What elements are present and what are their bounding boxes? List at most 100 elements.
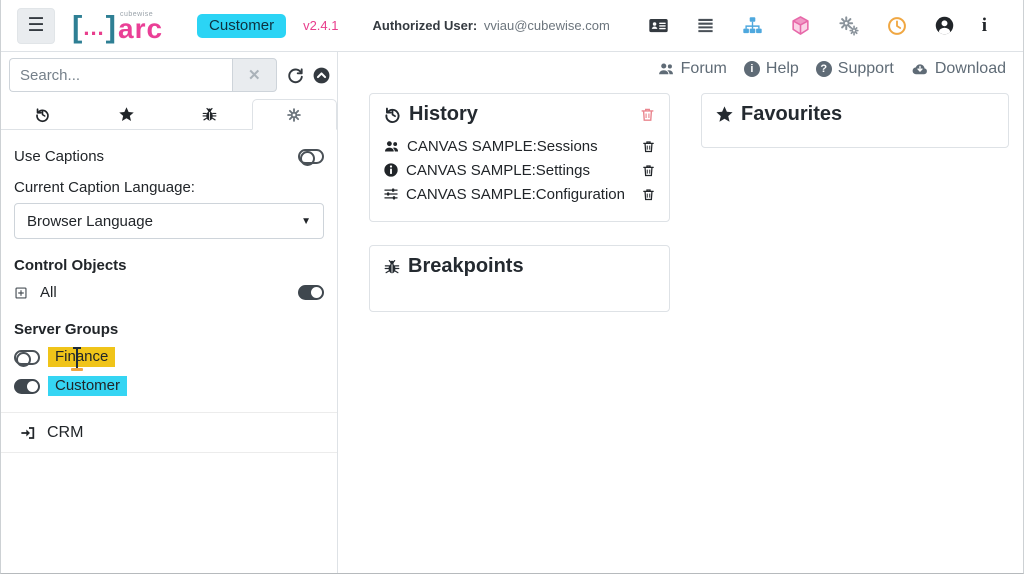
sign-in-icon xyxy=(20,425,36,441)
history-item-label: CANVAS SAMPLE:Sessions xyxy=(407,138,598,155)
info-icon[interactable]: i xyxy=(982,15,987,37)
divider xyxy=(1,452,337,453)
bug-icon xyxy=(201,106,218,123)
customer-group-label[interactable]: Customer xyxy=(48,376,127,396)
logo-dots: ... xyxy=(83,16,104,40)
breakpoints-card: Breakpoints xyxy=(369,245,670,312)
sidebar-tabs xyxy=(1,99,337,130)
authorized-user: Authorized User: vviau@cubewise.com xyxy=(373,18,610,33)
history-item-label: CANVAS SAMPLE:Settings xyxy=(406,162,590,179)
authorized-user-email: vviau@cubewise.com xyxy=(484,18,610,33)
sidebar-search-row: ✕ xyxy=(1,52,337,92)
clear-history-trash-icon[interactable] xyxy=(639,106,656,123)
history-item-sessions[interactable]: CANVAS SAMPLE:Sessions xyxy=(383,134,656,158)
download-link[interactable]: Download xyxy=(911,60,1006,78)
help-link[interactable]: i Help xyxy=(744,60,799,78)
customer-toggle[interactable] xyxy=(14,379,40,394)
sidebar: ✕ Use Captions xyxy=(1,52,338,573)
logo-wordmark: cubewise arc xyxy=(118,11,163,40)
delete-item-trash-icon[interactable] xyxy=(641,187,656,202)
history-icon xyxy=(34,106,51,123)
forum-link[interactable]: Forum xyxy=(657,60,727,78)
clock-icon[interactable] xyxy=(887,16,907,36)
tab-settings[interactable] xyxy=(252,99,338,130)
logo-bracket-right: ] xyxy=(106,15,116,40)
logo-arc-text: arc xyxy=(118,18,163,40)
download-link-label: Download xyxy=(935,60,1006,78)
user-circle-icon[interactable] xyxy=(934,15,955,36)
main-content: Forum i Help ? Support Download History xyxy=(338,52,1023,573)
version-label: v2.4.1 xyxy=(303,18,338,33)
history-item-label: CANVAS SAMPLE:Configuration xyxy=(406,186,625,203)
logo-bracket-left: [ xyxy=(72,15,82,40)
history-icon xyxy=(383,105,402,124)
history-item-settings[interactable]: CANVAS SAMPLE:Settings xyxy=(383,158,656,182)
bug-icon xyxy=(383,258,401,276)
search-clear-button[interactable]: ✕ xyxy=(232,58,277,92)
support-link[interactable]: ? Support xyxy=(816,60,894,78)
chevron-down-icon: ▼ xyxy=(301,216,311,227)
delete-item-trash-icon[interactable] xyxy=(641,163,656,178)
use-captions-label: Use Captions xyxy=(14,148,104,165)
breakpoints-card-title: Breakpoints xyxy=(408,255,524,278)
tab-favourites[interactable] xyxy=(85,99,169,130)
topbar-icon-menu: i xyxy=(648,15,987,37)
history-list: CANVAS SAMPLE:Sessions CANVAS SAMPLE:Set… xyxy=(383,134,656,206)
clear-x-icon: ✕ xyxy=(248,66,261,84)
tab-history[interactable] xyxy=(1,99,85,130)
favourites-card: Favourites xyxy=(701,93,1009,148)
collapse-up-icon[interactable] xyxy=(312,66,331,85)
finance-group-label[interactable]: Finance xyxy=(48,347,115,367)
history-card-header: History xyxy=(383,103,656,126)
delete-item-trash-icon[interactable] xyxy=(641,139,656,154)
caption-language-value: Browser Language xyxy=(27,213,153,230)
authorized-user-label: Authorized User: xyxy=(373,18,478,33)
expand-plus-icon[interactable] xyxy=(14,286,28,300)
cube-icon[interactable] xyxy=(790,15,811,36)
sliders-icon xyxy=(383,186,399,202)
cloud-download-icon xyxy=(911,60,929,78)
cogs-icon[interactable] xyxy=(838,15,860,37)
use-captions-toggle[interactable] xyxy=(298,149,324,164)
tab-breakpoints[interactable] xyxy=(168,99,252,130)
server-group-row-customer: Customer xyxy=(14,376,324,396)
hamburger-icon: ☰ xyxy=(27,14,44,37)
server-group-row-finance: Finance xyxy=(14,347,324,367)
history-item-configuration[interactable]: CANVAS SAMPLE:Configuration xyxy=(383,182,656,206)
top-bar: ☰ [ ... ] cubewise arc Customer v2.4.1 A… xyxy=(1,0,1023,52)
server-groups-header: Server Groups xyxy=(14,321,324,338)
search-input[interactable] xyxy=(9,58,232,92)
environment-badge[interactable]: Customer xyxy=(197,14,286,38)
gear-icon xyxy=(286,107,302,123)
favourites-card-header: Favourites xyxy=(715,103,995,126)
star-icon xyxy=(715,105,734,124)
star-icon xyxy=(118,106,135,123)
caption-language-select[interactable]: Browser Language ▼ xyxy=(14,203,324,239)
finance-toggle[interactable] xyxy=(14,350,40,365)
app-logo[interactable]: [ ... ] cubewise arc xyxy=(72,11,163,40)
control-objects-all-toggle[interactable] xyxy=(298,285,324,300)
info-circle-icon xyxy=(383,162,399,178)
breakpoints-card-header: Breakpoints xyxy=(383,255,656,278)
support-link-label: Support xyxy=(838,60,894,78)
use-captions-row: Use Captions xyxy=(14,148,324,165)
app-window: ☰ [ ... ] cubewise arc Customer v2.4.1 A… xyxy=(0,0,1024,574)
control-objects-all-label: All xyxy=(40,284,57,301)
server-item-crm[interactable]: CRM xyxy=(1,413,337,452)
favourites-card-title: Favourites xyxy=(741,103,842,126)
refresh-icon[interactable] xyxy=(286,66,305,85)
users-icon xyxy=(383,138,400,155)
server-item-label: CRM xyxy=(47,424,83,442)
address-card-icon[interactable] xyxy=(648,15,669,36)
sitemap-icon[interactable] xyxy=(742,15,763,36)
help-link-label: Help xyxy=(766,60,799,78)
list-icon[interactable] xyxy=(696,16,715,35)
caption-language-label: Current Caption Language: xyxy=(14,179,324,196)
settings-panel: Use Captions Current Caption Language: B… xyxy=(1,148,337,396)
control-objects-all-row: All xyxy=(14,284,324,301)
history-card: History CANVAS SAMPLE:Sessions CANVAS SA… xyxy=(369,93,670,222)
hamburger-menu-button[interactable]: ☰ xyxy=(17,8,55,44)
search-tools xyxy=(286,66,331,85)
control-objects-header: Control Objects xyxy=(14,257,324,274)
users-icon xyxy=(657,60,675,78)
